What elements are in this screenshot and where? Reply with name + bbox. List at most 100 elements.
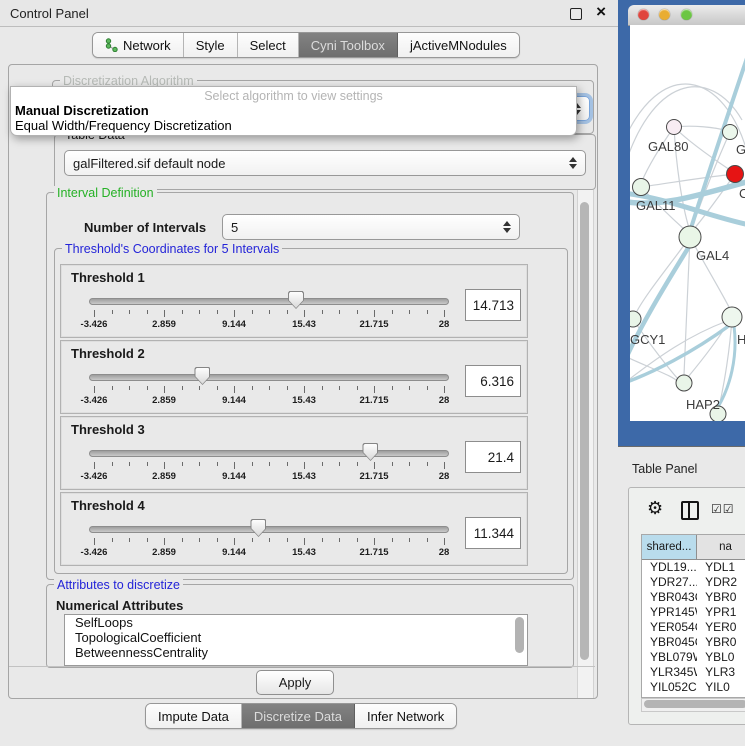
attribute-list-item[interactable]: BetweennessCentrality <box>65 645 527 660</box>
table-row[interactable]: YDL19...YDL1 <box>642 560 745 575</box>
table-cell: YIL052C <box>642 680 697 695</box>
node-label: GAL80 <box>648 139 688 154</box>
network-node[interactable] <box>679 226 701 248</box>
table-row[interactable]: YLR345WYLR3 <box>642 665 745 680</box>
tab-infer-network[interactable]: Infer Network <box>355 704 456 728</box>
close-traffic-light-icon[interactable] <box>638 9 649 20</box>
table-hscrollbar-thumb[interactable] <box>644 700 745 708</box>
tick-mark <box>182 310 183 314</box>
network-node[interactable] <box>667 120 682 135</box>
network-node[interactable] <box>727 166 744 183</box>
table-toolbar: ⚙ ☑☑ <box>629 488 745 532</box>
tick-mark <box>444 462 445 469</box>
node-table[interactable]: shared...na YDL19...YDL1YDR27...YDR2YBR0… <box>641 534 745 698</box>
tab-discretize-data[interactable]: Discretize Data <box>242 704 355 728</box>
table-data-combobox[interactable]: galFiltered.sif default node <box>64 150 586 176</box>
tab-impute-data[interactable]: Impute Data <box>146 704 242 728</box>
network-node[interactable] <box>630 311 641 327</box>
threshold-slider[interactable]: -3.4262.8599.14415.4321.71528 <box>89 365 449 409</box>
table-header-row: shared...na <box>642 535 745 560</box>
node-label: GAL4 <box>696 248 729 263</box>
tick-mark <box>269 538 270 542</box>
network-node[interactable] <box>723 125 738 140</box>
minimize-traffic-light-icon[interactable] <box>659 9 670 20</box>
slider-thumb[interactable] <box>250 519 266 537</box>
table-cell: YPR1 <box>697 605 745 620</box>
tab-style[interactable]: Style <box>184 33 238 57</box>
tick-mark <box>374 386 375 393</box>
panel-title: Control Panel <box>10 6 89 21</box>
table-row[interactable]: YDR27...YDR2 <box>642 575 745 590</box>
threshold-slider[interactable]: -3.4262.8599.14415.4321.71528 <box>89 517 449 561</box>
threshold-slider[interactable]: -3.4262.8599.14415.4321.71528 <box>89 289 449 333</box>
table-cell: YBR045C <box>642 635 697 650</box>
zoom-traffic-light-icon[interactable] <box>681 9 692 20</box>
slider-thumb[interactable] <box>288 291 304 309</box>
network-node[interactable] <box>676 375 692 391</box>
tick-label: 9.144 <box>222 319 246 330</box>
attributes-scrollbar-thumb[interactable] <box>515 617 524 653</box>
attribute-list-item[interactable]: SelfLoops <box>65 615 527 630</box>
network-window-titlebar[interactable] <box>628 5 745 26</box>
popup-option-manual-discretization[interactable]: Manual Discretization <box>15 103 149 118</box>
threshold-value-field[interactable]: 21.4 <box>465 441 521 473</box>
checkbox-icons[interactable]: ☑☑ <box>711 502 735 516</box>
threshold-value-field[interactable]: 14.713 <box>465 289 521 321</box>
tick-mark <box>374 462 375 469</box>
tick-mark <box>129 310 130 314</box>
tick-mark <box>287 538 288 542</box>
control-panel-titlebar: Control Panel × <box>0 0 618 27</box>
tick-mark <box>444 310 445 317</box>
float-window-icon[interactable] <box>570 8 582 20</box>
tick-label: -3.426 <box>81 319 108 330</box>
tick-mark <box>409 538 410 542</box>
num-intervals-combobox[interactable]: 5 <box>222 214 520 240</box>
table-row[interactable]: YBR043CYBR0 <box>642 590 745 605</box>
tick-mark <box>164 538 165 545</box>
tab-label: jActiveMNodules <box>410 38 507 53</box>
divider <box>9 666 595 667</box>
attributes-list[interactable]: SelfLoopsTopologicalCoefficientBetweenne… <box>64 614 528 666</box>
threshold-value-field[interactable]: 11.344 <box>465 517 521 549</box>
table-cell: YPR145W <box>642 605 697 620</box>
tab-select[interactable]: Select <box>238 33 299 57</box>
column-header-na[interactable]: na <box>697 535 745 559</box>
table-cell: YER054C <box>642 620 697 635</box>
content-scrollbar-thumb[interactable] <box>580 202 589 660</box>
tab-label: Infer Network <box>367 709 444 724</box>
tab-cyni-toolbox[interactable]: Cyni Toolbox <box>299 33 398 57</box>
table-row[interactable]: YER054CYER0 <box>642 620 745 635</box>
tick-mark <box>129 538 130 542</box>
network-node[interactable] <box>633 179 650 196</box>
table-row[interactable]: YIL052CYIL0 <box>642 680 745 695</box>
threshold-value-field[interactable]: 6.316 <box>465 365 521 397</box>
apply-button[interactable]: Apply <box>256 670 334 695</box>
combo-arrows-icon <box>503 221 511 233</box>
tab-jactivemnodules[interactable]: jActiveMNodules <box>398 33 519 57</box>
slider-thumb[interactable] <box>194 367 210 385</box>
table-hscrollbar[interactable] <box>641 698 745 712</box>
column-header-shared[interactable]: shared... <box>642 535 697 559</box>
tick-mark <box>217 386 218 390</box>
tick-mark <box>392 462 393 466</box>
slider-thumb[interactable] <box>362 443 378 461</box>
threshold-slider[interactable]: -3.4262.8599.14415.4321.71528 <box>89 441 449 485</box>
table-cell: YBR043C <box>642 590 697 605</box>
attribute-list-item[interactable]: TopologicalCoefficient <box>65 630 527 645</box>
tab-label: Impute Data <box>158 709 229 724</box>
popup-option-equal-width-frequency[interactable]: Equal Width/Frequency Discretization <box>15 118 232 133</box>
tab-network[interactable]: Network <box>93 33 184 57</box>
tick-label: 15.43 <box>292 319 316 330</box>
network-canvas[interactable]: GAL80GACGAL11GAL4GCY1HHAP2 <box>630 25 745 421</box>
split-column-icon[interactable] <box>681 501 699 520</box>
close-icon[interactable]: × <box>596 2 606 22</box>
gear-icon[interactable]: ⚙ <box>647 498 663 519</box>
tick-mark <box>357 538 358 542</box>
interval-definition-label: Interval Definition <box>54 186 157 200</box>
network-node[interactable] <box>722 307 742 327</box>
table-cell: YIL0 <box>697 680 745 695</box>
algorithm-popup: Select algorithm to view settings Manual… <box>10 86 577 136</box>
table-row[interactable]: YPR145WYPR1 <box>642 605 745 620</box>
table-row[interactable]: YBR045CYBR0 <box>642 635 745 650</box>
table-row[interactable]: YBL079WYBL0 <box>642 650 745 665</box>
